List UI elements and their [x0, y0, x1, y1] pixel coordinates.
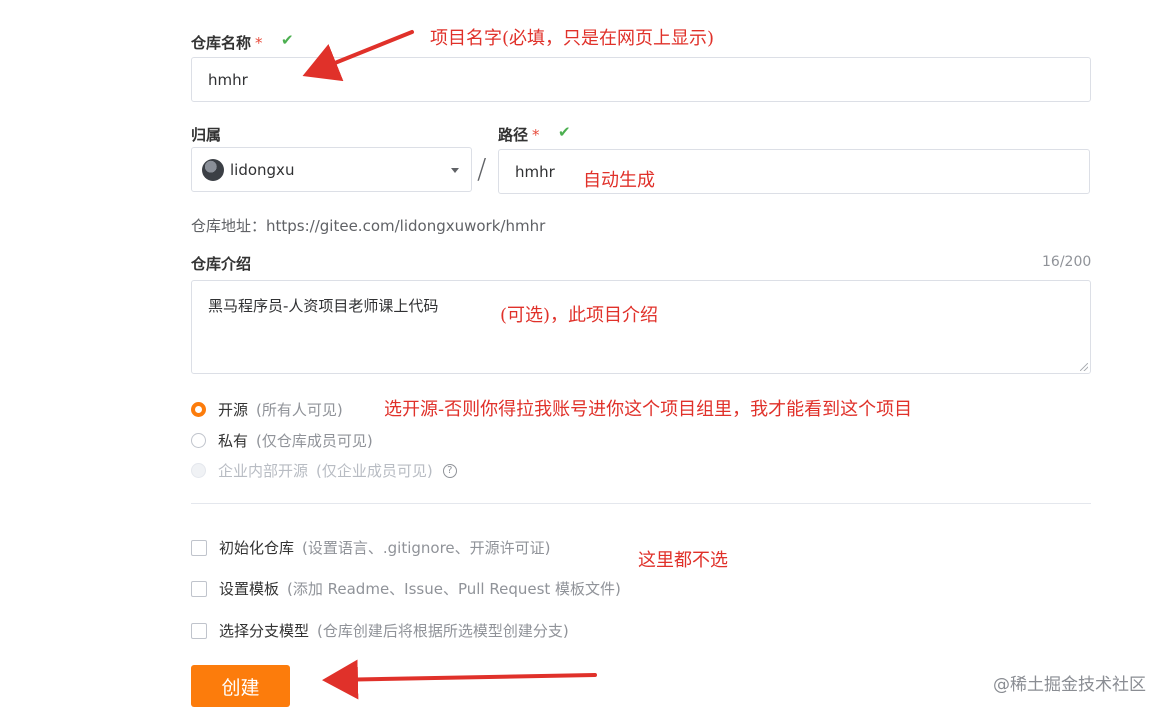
- arrow-to-repo-name-icon: [302, 30, 414, 82]
- arrow-to-create-button-icon: [322, 659, 597, 700]
- annotation-arrows: [302, 30, 597, 700]
